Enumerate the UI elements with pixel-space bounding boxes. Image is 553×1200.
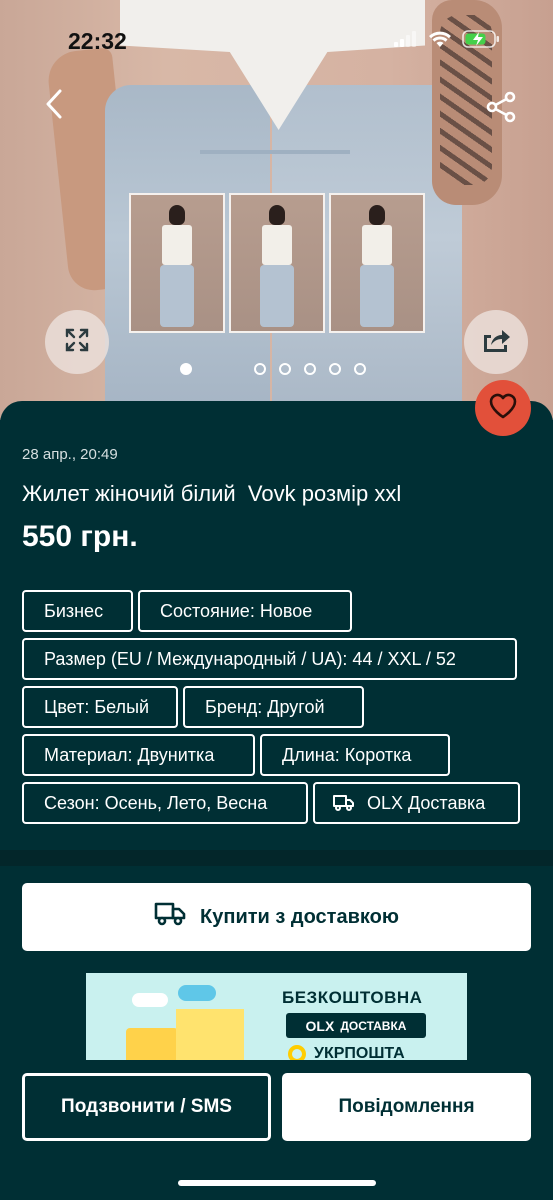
call-sms-button[interactable]: Подзвонити / SMS <box>22 1073 271 1141</box>
status-time: 22:32 <box>68 28 127 54</box>
tag-color[interactable]: Цвет: Белый <box>22 686 178 728</box>
section-divider <box>0 850 553 866</box>
pagination-dot[interactable] <box>354 363 366 375</box>
pagination-dot-active[interactable] <box>180 363 192 375</box>
tag-length[interactable]: Длина: Коротка <box>260 734 450 776</box>
promo-banner[interactable]: БЕЗКОШТОВНА OLX ДОСТАВКА УКРПОШТА <box>86 973 467 1068</box>
photo-pagination[interactable] <box>180 362 379 376</box>
listing-title: Жилет жіночий білий Vovk розмір xxl <box>22 481 402 506</box>
tag-label: Сезон: Осень, Лето, Весна <box>44 792 268 813</box>
tag-label: Размер (EU / Международный / UA): 44 / X… <box>44 648 456 669</box>
photo-inset <box>229 193 325 333</box>
expand-photo-button[interactable] <box>45 310 109 374</box>
photo-inset <box>329 193 425 333</box>
photo-inset-strip <box>129 193 425 333</box>
tag-label: Цвет: Белый <box>44 696 150 717</box>
home-indicator <box>178 1180 376 1186</box>
promo-headline: БЕЗКОШТОВНА <box>282 988 423 1007</box>
share-icon <box>485 91 517 128</box>
truck-icon <box>333 794 355 812</box>
tag-material[interactable]: Материал: Двунитка <box>22 734 255 776</box>
tag-brand[interactable]: Бренд: Другой <box>183 686 364 728</box>
listing-date: 28 апр., 20:49 <box>22 446 118 463</box>
olx-logo: OLX <box>305 1017 335 1034</box>
tag-label: Бренд: Другой <box>205 696 325 717</box>
battery-icon <box>462 30 500 53</box>
photo-inset <box>129 193 225 333</box>
buy-with-delivery-button[interactable]: Купити з доставкою <box>22 883 531 951</box>
pagination-dot[interactable] <box>279 363 291 375</box>
tag-olx-delivery[interactable]: OLX Доставка <box>313 782 520 824</box>
tag-label: OLX Доставка <box>367 792 486 813</box>
tag-label: Состояние: Новое <box>160 600 313 621</box>
photo-waistband <box>200 150 350 154</box>
promo-cloud <box>178 985 216 1001</box>
tag-size[interactable]: Размер (EU / Международный / UA): 44 / X… <box>22 638 517 680</box>
truck-icon <box>154 901 186 933</box>
tag-label: Длина: Коротка <box>282 744 412 765</box>
heart-icon <box>488 392 518 425</box>
pagination-dot[interactable] <box>304 363 316 375</box>
product-photo-gallery[interactable] <box>0 0 553 420</box>
favorite-button[interactable] <box>475 380 531 436</box>
tag-label: Бизнес <box>44 600 104 621</box>
tag-label: Материал: Двунитка <box>44 744 215 765</box>
tag-condition[interactable]: Состояние: Новое <box>138 590 352 632</box>
status-icons <box>394 30 500 53</box>
buy-button-label: Купити з доставкою <box>200 905 399 928</box>
share-arrow-icon <box>482 327 510 358</box>
pagination-dot[interactable] <box>254 363 266 375</box>
promo-badge: OLX ДОСТАВКА <box>286 1013 426 1038</box>
tag-season[interactable]: Сезон: Осень, Лето, Весна <box>22 782 308 824</box>
listing-price: 550 грн. <box>22 520 138 553</box>
back-button[interactable] <box>34 84 74 128</box>
chevron-left-icon <box>44 88 64 125</box>
wifi-icon <box>428 30 452 53</box>
tag-business[interactable]: Бизнес <box>22 590 133 632</box>
pagination-dot[interactable] <box>329 363 341 375</box>
expand-icon <box>64 327 90 358</box>
signal-icon <box>394 31 418 52</box>
promo-badge-text: ДОСТАВКА <box>340 1018 407 1033</box>
share-button[interactable] <box>479 87 523 131</box>
promo-cloud <box>132 993 168 1007</box>
message-button[interactable]: Повідомлення <box>282 1073 531 1141</box>
share-photo-button[interactable] <box>464 310 528 374</box>
